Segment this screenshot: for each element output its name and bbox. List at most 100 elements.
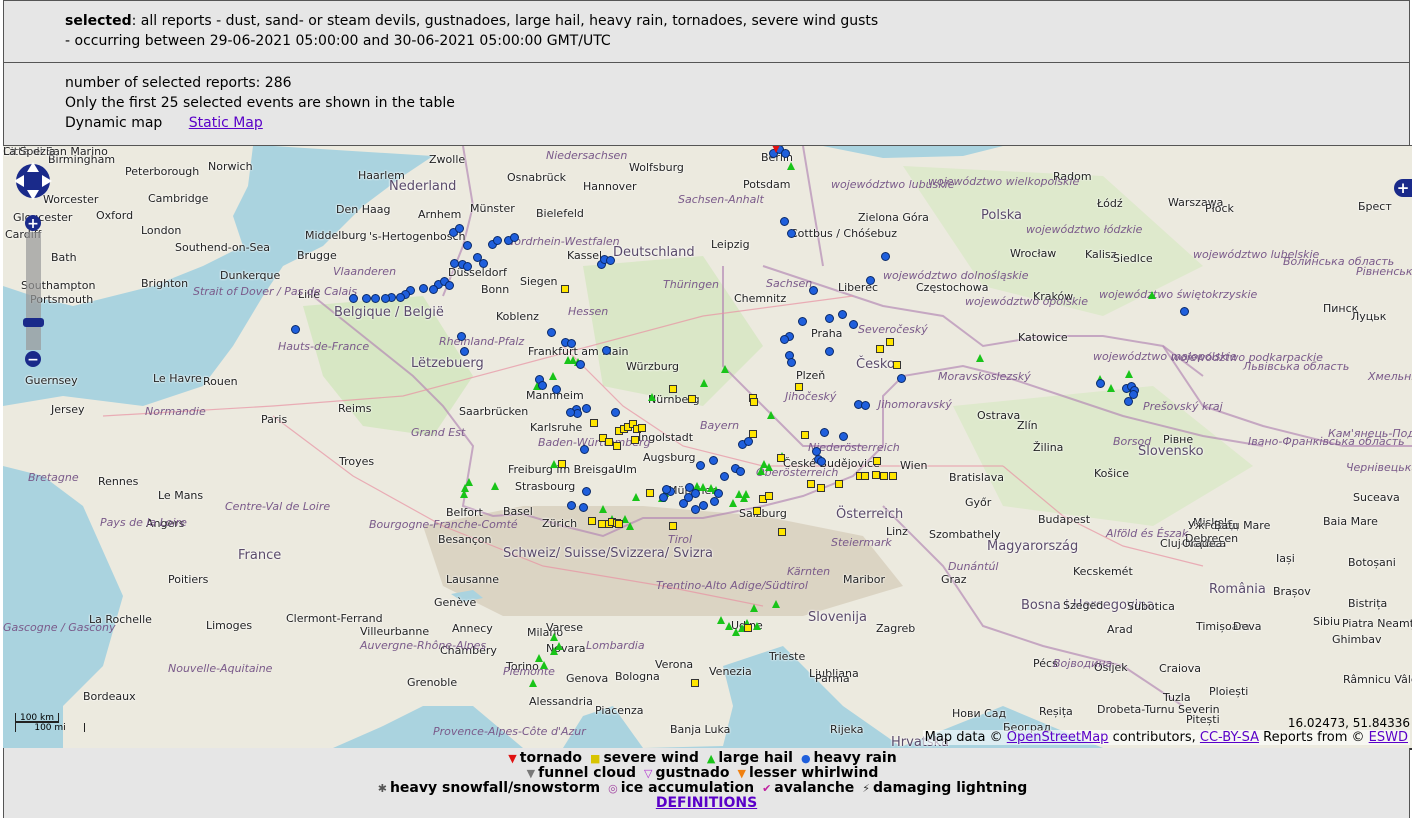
heavy-rain-marker[interactable] [781,149,790,158]
large-hail-marker[interactable] [491,482,499,490]
heavy-rain-marker[interactable] [849,320,858,329]
large-hail-marker[interactable] [976,354,984,362]
large-hail-marker[interactable] [550,633,558,641]
severe-wind-marker[interactable] [638,424,646,432]
heavy-rain-marker[interactable] [381,294,390,303]
heavy-rain-marker[interactable] [362,294,371,303]
heavy-rain-marker[interactable] [780,217,789,226]
heavy-rain-marker[interactable] [460,347,469,356]
large-hail-marker[interactable] [765,463,773,471]
heavy-rain-marker[interactable] [602,346,611,355]
heavy-rain-marker[interactable] [787,358,796,367]
large-hail-marker[interactable] [549,372,557,380]
zoom-in-button[interactable]: + [25,215,41,232]
heavy-rain-marker[interactable] [582,487,591,496]
dynamic-map[interactable]: Birmingham Peterborough Norwich Worcester Ca… [3,145,1412,750]
severe-wind-marker[interactable] [893,361,901,369]
severe-wind-marker[interactable] [801,431,809,439]
severe-wind-marker[interactable] [873,457,881,465]
heavy-rain-marker[interactable] [720,472,729,481]
heavy-rain-marker[interactable] [825,347,834,356]
severe-wind-marker[interactable] [744,624,752,632]
heavy-rain-marker[interactable] [566,408,575,417]
heavy-rain-marker[interactable] [787,229,796,238]
severe-wind-marker[interactable] [795,383,803,391]
heavy-rain-marker[interactable] [881,252,890,261]
heavy-rain-marker[interactable] [396,293,405,302]
severe-wind-marker[interactable] [750,398,758,406]
heavy-rain-marker[interactable] [580,445,589,454]
large-hail-marker[interactable] [540,661,548,669]
heavy-rain-marker[interactable] [429,285,438,294]
heavy-rain-marker[interactable] [291,325,300,334]
heavy-rain-marker[interactable] [419,284,428,293]
heavy-rain-marker[interactable] [552,385,561,394]
severe-wind-marker[interactable] [588,517,596,525]
definitions-link[interactable]: DEFINITIONS [656,795,757,811]
license-link[interactable]: CC-BY-SA [1200,730,1259,745]
heavy-rain-marker[interactable] [582,404,591,413]
severe-wind-marker[interactable] [753,507,761,515]
large-hail-marker[interactable] [700,379,708,387]
large-hail-marker[interactable] [787,162,795,170]
large-hail-marker[interactable] [699,483,707,491]
large-hail-marker[interactable] [632,493,640,501]
heavy-rain-marker[interactable] [457,332,466,341]
eswd-link[interactable]: ESWD [1369,730,1408,745]
heavy-rain-marker[interactable] [798,317,807,326]
severe-wind-marker[interactable] [558,460,566,468]
large-hail-marker[interactable] [753,622,761,630]
heavy-rain-marker[interactable] [1180,307,1189,316]
severe-wind-marker[interactable] [688,395,696,403]
large-hail-marker[interactable] [599,505,607,513]
heavy-rain-marker[interactable] [897,374,906,383]
heavy-rain-marker[interactable] [839,432,848,441]
heavy-rain-marker[interactable] [455,224,464,233]
severe-wind-marker[interactable] [669,522,677,530]
large-hail-marker[interactable] [717,616,725,624]
large-hail-marker[interactable] [465,478,473,486]
large-hail-marker[interactable] [555,642,563,650]
layer-switcher-button[interactable]: + [1394,179,1412,197]
osm-link[interactable]: OpenStreetMap [1007,730,1109,745]
large-hail-marker[interactable] [729,499,737,507]
large-hail-marker[interactable] [648,393,656,401]
severe-wind-marker[interactable] [886,338,894,346]
heavy-rain-marker[interactable] [510,233,519,242]
heavy-rain-marker[interactable] [809,286,818,295]
severe-wind-marker[interactable] [691,679,699,687]
large-hail-marker[interactable] [721,365,729,373]
heavy-rain-marker[interactable] [1129,390,1138,399]
large-hail-marker[interactable] [1107,384,1115,392]
static-map-link[interactable]: Static Map [189,115,263,131]
heavy-rain-marker[interactable] [349,294,358,303]
zoom-slider-handle[interactable] [23,318,44,327]
severe-wind-marker[interactable] [590,419,598,427]
severe-wind-marker[interactable] [605,438,613,446]
severe-wind-marker[interactable] [889,472,897,480]
heavy-rain-marker[interactable] [817,457,826,466]
severe-wind-marker[interactable] [872,471,880,479]
severe-wind-marker[interactable] [765,492,773,500]
heavy-rain-marker[interactable] [547,328,556,337]
heavy-rain-marker[interactable] [684,493,693,502]
heavy-rain-marker[interactable] [576,360,585,369]
heavy-rain-marker[interactable] [567,501,576,510]
heavy-rain-marker[interactable] [709,456,718,465]
heavy-rain-marker[interactable] [736,467,745,476]
large-hail-marker[interactable] [740,494,748,502]
heavy-rain-marker[interactable] [812,447,821,456]
heavy-rain-marker[interactable] [606,256,615,265]
severe-wind-marker[interactable] [807,480,815,488]
large-hail-marker[interactable] [1125,370,1133,378]
heavy-rain-marker[interactable] [579,503,588,512]
severe-wind-marker[interactable] [561,285,569,293]
large-hail-marker[interactable] [550,460,558,468]
large-hail-marker[interactable] [772,600,780,608]
severe-wind-marker[interactable] [631,436,639,444]
heavy-rain-marker[interactable] [861,401,870,410]
pan-control[interactable] [14,162,52,200]
severe-wind-marker[interactable] [861,472,869,480]
heavy-rain-marker[interactable] [866,276,875,285]
heavy-rain-marker[interactable] [538,381,547,390]
